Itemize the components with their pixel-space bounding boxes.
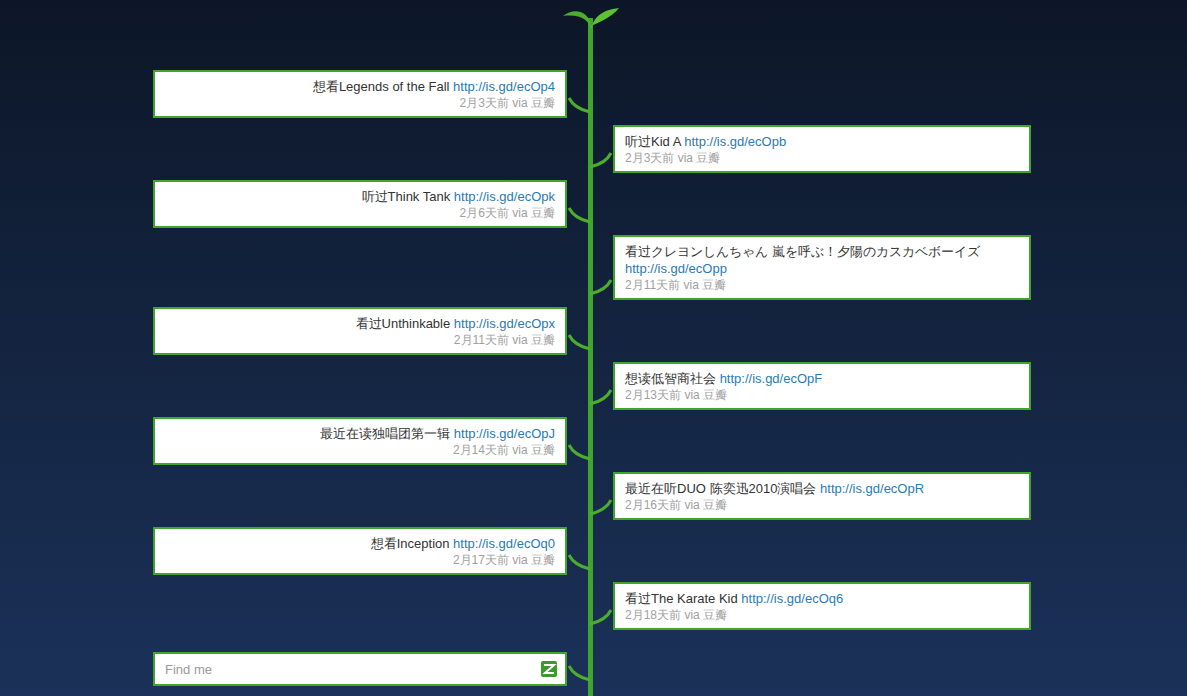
branch-icon (567, 139, 613, 169)
status-link[interactable]: http://is.gd/ecOpb (684, 134, 786, 149)
status-card: 听过Think Tank http://is.gd/ecOpk 2月6天前 vi… (153, 180, 567, 228)
search-row (153, 652, 1031, 686)
status-text: 看过Unthinkable http://is.gd/ecOpx (165, 315, 555, 332)
status-card: 最近在听DUO 陈奕迅2010演唱会 http://is.gd/ecOpR 2月… (613, 472, 1031, 520)
status-card: 最近在读独唱团第一辑 http://is.gd/ecOpJ 2月14天前 via… (153, 417, 567, 465)
status-link[interactable]: http://is.gd/ecOpJ (454, 426, 555, 441)
status-link[interactable]: http://is.gd/ecOpp (625, 261, 727, 276)
timeline-row: 看过The Karate Kid http://is.gd/ecOq6 2月18… (153, 582, 1031, 630)
status-meta: 2月13天前 via 豆瓣 (625, 387, 1019, 404)
branch-icon (567, 652, 613, 682)
status-text: 听过Kid A http://is.gd/ecOpb (625, 133, 1019, 150)
status-meta: 2月14天前 via 豆瓣 (165, 442, 555, 459)
timeline-row: 最近在听DUO 陈奕迅2010演唱会 http://is.gd/ecOpR 2月… (153, 472, 1031, 520)
search-input[interactable] (165, 662, 535, 677)
timeline-page: 想看Legends of the Fall http://is.gd/ecOp4… (0, 0, 1187, 696)
status-card: 想读低智商社会 http://is.gd/ecOpF 2月13天前 via 豆瓣 (613, 362, 1031, 410)
timeline-row: 想看Inception http://is.gd/ecOq0 2月17天前 vi… (153, 527, 1031, 575)
status-card: 想看Inception http://is.gd/ecOq0 2月17天前 vi… (153, 527, 567, 575)
status-card: 听过Kid A http://is.gd/ecOpb 2月3天前 via 豆瓣 (613, 125, 1031, 173)
status-text: 最近在读独唱团第一辑 http://is.gd/ecOpJ (165, 425, 555, 442)
branch-icon (567, 596, 613, 626)
stem-top (0, 0, 1187, 70)
status-meta: 2月6天前 via 豆瓣 (165, 205, 555, 222)
status-text: 听过Think Tank http://is.gd/ecOpk (165, 188, 555, 205)
timeline-row: 最近在读独唱团第一辑 http://is.gd/ecOpJ 2月14天前 via… (153, 417, 1031, 465)
status-text: 最近在听DUO 陈奕迅2010演唱会 http://is.gd/ecOpR (625, 480, 1019, 497)
status-meta: 2月11天前 via 豆瓣 (625, 277, 1019, 294)
status-meta: 2月11天前 via 豆瓣 (165, 332, 555, 349)
search-logo-icon[interactable] (541, 661, 557, 677)
status-text: 看过クレヨンしんちゃん 嵐を呼ぶ！夕陽のカスカベボーイズ http://is.g… (625, 243, 1019, 277)
status-link[interactable]: http://is.gd/ecOpk (454, 189, 555, 204)
status-meta: 2月16天前 via 豆瓣 (625, 497, 1019, 514)
search-box (153, 652, 567, 686)
status-card: 看过The Karate Kid http://is.gd/ecOq6 2月18… (613, 582, 1031, 630)
status-card: 想看Legends of the Fall http://is.gd/ecOp4… (153, 70, 567, 118)
status-text: 想读低智商社会 http://is.gd/ecOpF (625, 370, 1019, 387)
status-text: 想看Inception http://is.gd/ecOq0 (165, 535, 555, 552)
status-meta: 2月18天前 via 豆瓣 (625, 607, 1019, 624)
status-card: 看过Unthinkable http://is.gd/ecOpx 2月11天前 … (153, 307, 567, 355)
status-card: 看过クレヨンしんちゃん 嵐を呼ぶ！夕陽のカスカベボーイズ http://is.g… (613, 235, 1031, 300)
status-link[interactable]: http://is.gd/ecOq6 (741, 591, 843, 606)
timeline-list: 想看Legends of the Fall http://is.gd/ecOp4… (153, 70, 1031, 686)
status-link[interactable]: http://is.gd/ecOpx (454, 316, 555, 331)
branch-icon (567, 194, 613, 224)
status-meta: 2月3天前 via 豆瓣 (625, 150, 1019, 167)
status-meta: 2月17天前 via 豆瓣 (165, 552, 555, 569)
status-text: 看过The Karate Kid http://is.gd/ecOq6 (625, 590, 1019, 607)
status-text: 想看Legends of the Fall http://is.gd/ecOp4 (165, 78, 555, 95)
branch-icon (567, 376, 613, 406)
timeline-row: 想看Legends of the Fall http://is.gd/ecOp4… (153, 70, 1031, 118)
timeline-row: 想读低智商社会 http://is.gd/ecOpF 2月13天前 via 豆瓣 (153, 362, 1031, 410)
branch-icon (567, 321, 613, 351)
status-link[interactable]: http://is.gd/ecOq0 (453, 536, 555, 551)
timeline-row: 听过Think Tank http://is.gd/ecOpk 2月6天前 vi… (153, 180, 1031, 228)
branch-icon (567, 84, 613, 114)
leaves-icon (561, 2, 621, 32)
timeline-row: 听过Kid A http://is.gd/ecOpb 2月3天前 via 豆瓣 (153, 125, 1031, 173)
branch-icon (567, 431, 613, 461)
status-meta: 2月3天前 via 豆瓣 (165, 95, 555, 112)
timeline-row: 看过クレヨンしんちゃん 嵐を呼ぶ！夕陽のカスカベボーイズ http://is.g… (153, 235, 1031, 300)
status-link[interactable]: http://is.gd/ecOpR (820, 481, 924, 496)
status-link[interactable]: http://is.gd/ecOpF (720, 371, 823, 386)
branch-icon (567, 486, 613, 516)
status-link[interactable]: http://is.gd/ecOp4 (453, 79, 555, 94)
branch-icon (567, 266, 613, 296)
branch-icon (567, 541, 613, 571)
timeline-row: 看过Unthinkable http://is.gd/ecOpx 2月11天前 … (153, 307, 1031, 355)
